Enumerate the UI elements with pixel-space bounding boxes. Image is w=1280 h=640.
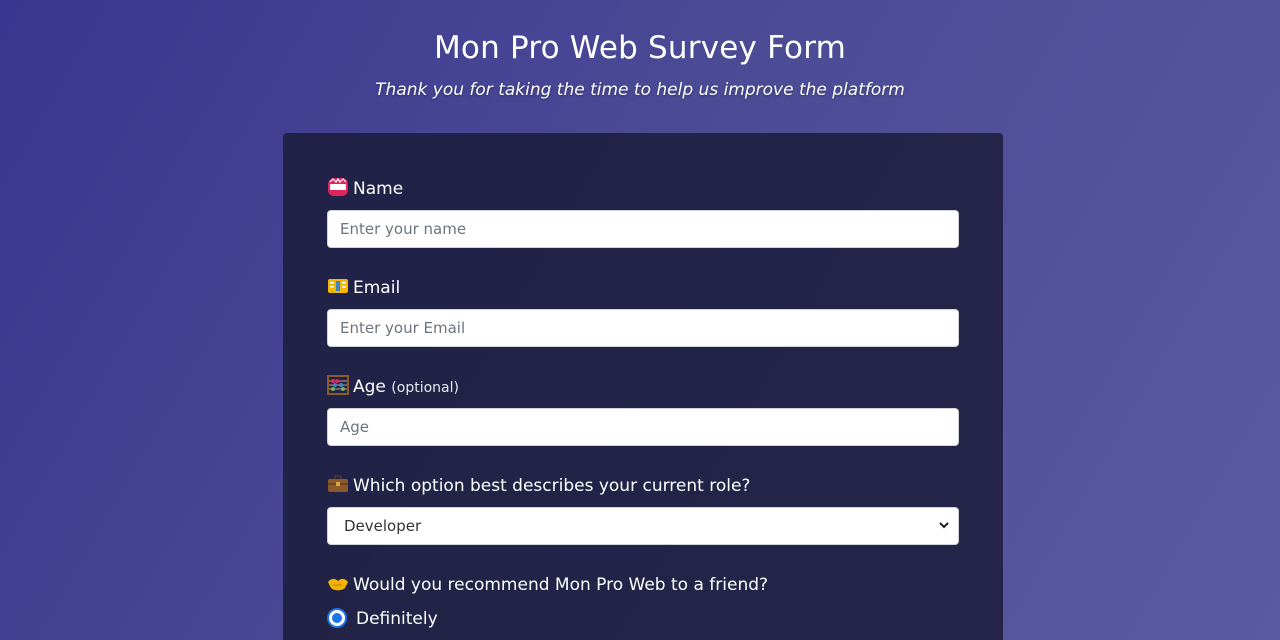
email-label-text: Email bbox=[353, 278, 401, 298]
survey-form: Name Email Age (optional) bbox=[283, 133, 1003, 640]
chevron-down-icon bbox=[939, 522, 949, 529]
age-optional-note: (optional) bbox=[391, 380, 459, 396]
name-label: Name bbox=[327, 177, 403, 199]
recommend-label: Would you recommend Mon Pro Web to a fri… bbox=[327, 573, 768, 595]
name-badge-icon bbox=[328, 177, 348, 196]
name-label-text: Name bbox=[353, 179, 404, 199]
role-select[interactable]: Developer bbox=[327, 507, 959, 545]
age-input[interactable] bbox=[327, 408, 959, 446]
abacus-icon bbox=[327, 375, 349, 395]
recommend-label-text: Would you recommend Mon Pro Web to a fri… bbox=[353, 575, 769, 595]
radio-selected[interactable] bbox=[327, 608, 347, 628]
role-label: Which option best describes your current… bbox=[327, 474, 750, 496]
age-label-text: Age bbox=[353, 377, 386, 397]
email-input[interactable] bbox=[327, 309, 959, 347]
handshake-icon bbox=[328, 578, 348, 591]
email-label: Email bbox=[327, 276, 400, 298]
role-label-text: Which option best describes your current… bbox=[353, 476, 751, 496]
email-icon bbox=[328, 279, 348, 293]
name-input[interactable] bbox=[327, 210, 959, 248]
age-label: Age (optional) bbox=[327, 375, 459, 397]
role-select-value: Developer bbox=[344, 517, 422, 535]
page-subtitle: Thank you for taking the time to help us… bbox=[375, 80, 905, 100]
briefcase-icon bbox=[328, 475, 348, 492]
page-title: Mon Pro Web Survey Form bbox=[433, 30, 847, 66]
recommend-option-definitely[interactable]: Definitely bbox=[327, 608, 438, 629]
recommend-option-label: Definitely bbox=[356, 609, 438, 629]
